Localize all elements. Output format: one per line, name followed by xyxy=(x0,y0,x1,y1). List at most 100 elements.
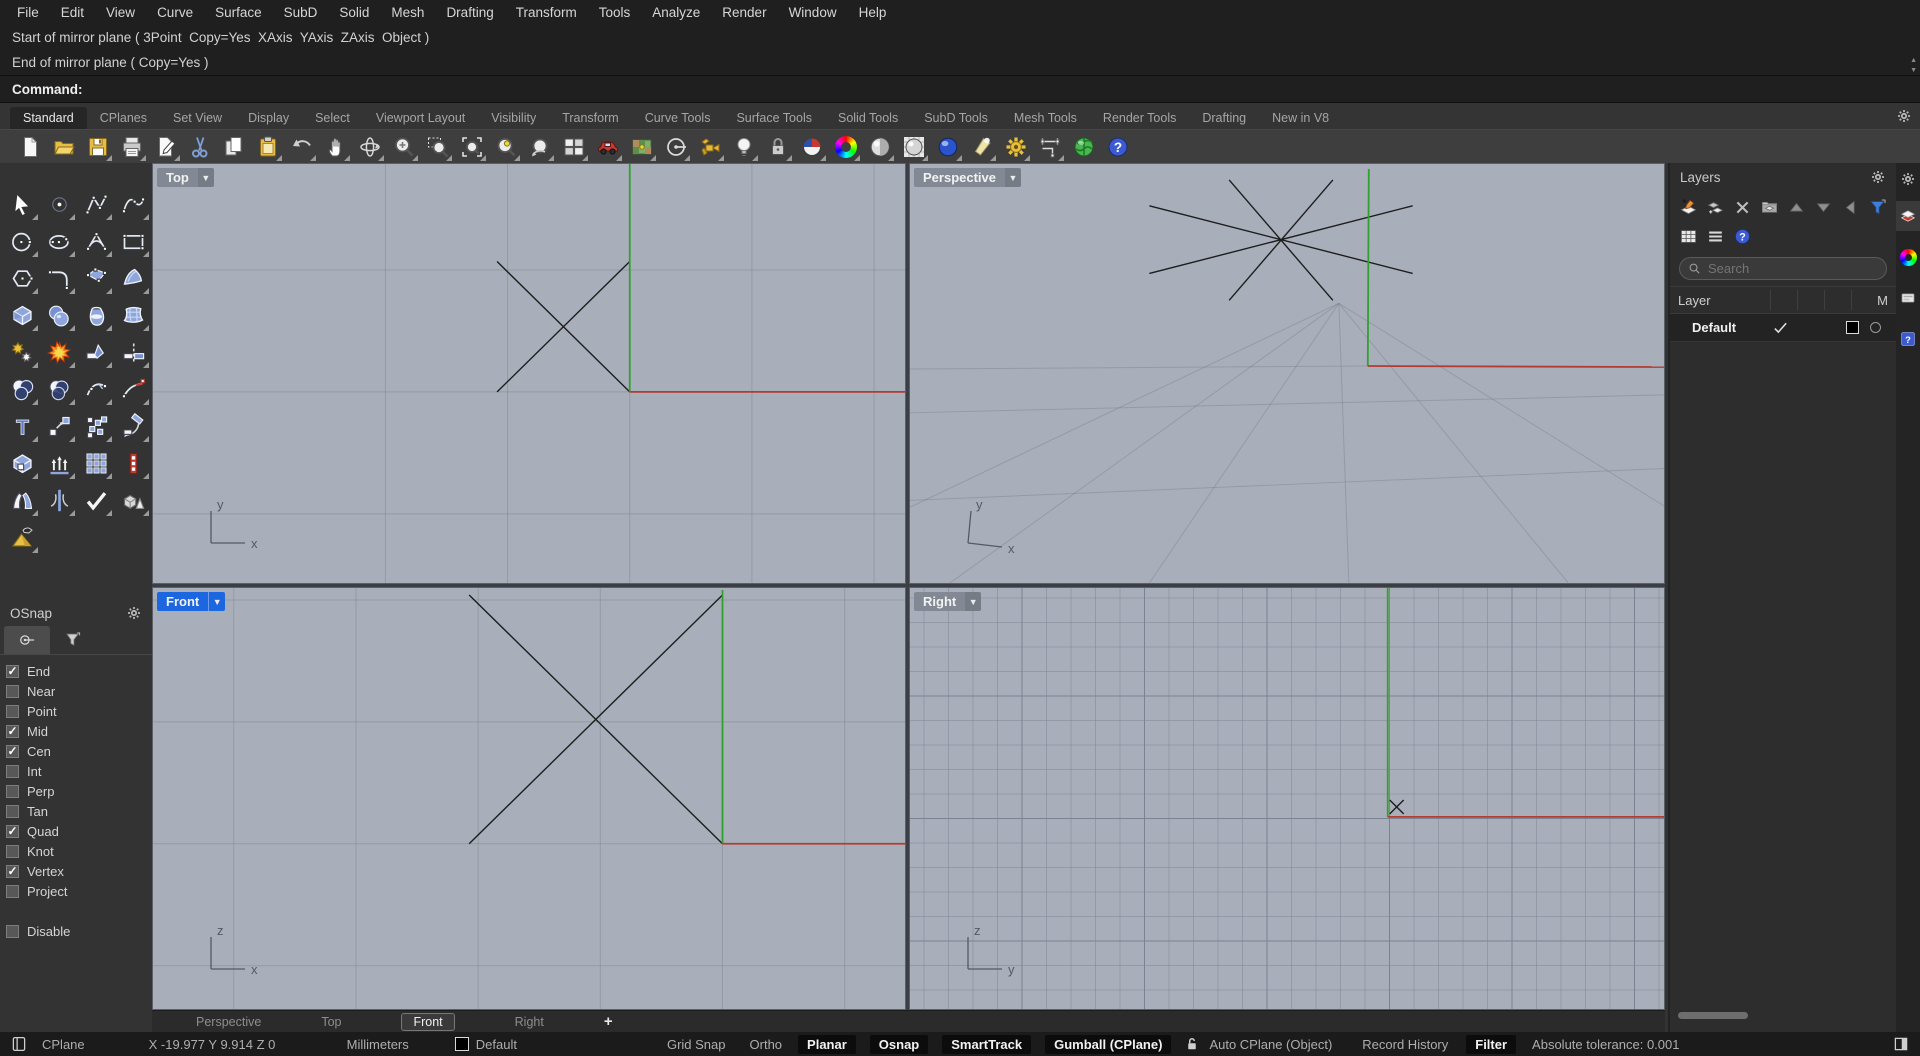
toolbar-paste-button[interactable] xyxy=(254,133,282,161)
viewport-tab-top[interactable]: Top xyxy=(321,1015,341,1029)
layers-delete-x-button[interactable] xyxy=(1732,197,1753,218)
osnap-row-cen[interactable]: Cen xyxy=(6,741,152,761)
sidebar-explosion-button[interactable] xyxy=(44,337,75,368)
status-panel-icon[interactable] xyxy=(10,1035,28,1053)
sidebar-handle-curve-button[interactable] xyxy=(81,374,112,405)
toolbar-gear-yellow-button[interactable] xyxy=(1002,133,1030,161)
sidebar-trim-button[interactable] xyxy=(81,337,112,368)
tab-select[interactable]: Select xyxy=(302,107,363,129)
osnap-row-tan[interactable]: Tan xyxy=(6,801,152,821)
sidebar-split-button[interactable] xyxy=(118,337,149,368)
tabbar-gear-icon[interactable] xyxy=(1896,108,1912,124)
toolbar-copy-button[interactable] xyxy=(220,133,247,160)
viewport-perspective-label[interactable]: Perspective xyxy=(914,168,1005,187)
viewport-front-title[interactable]: Front ▼ xyxy=(157,592,226,611)
sidebar-revolve-button[interactable] xyxy=(81,300,112,331)
toolbar-zoom-back-button[interactable] xyxy=(526,133,554,161)
status-panel-toggle-icon[interactable] xyxy=(1892,1035,1910,1053)
toolbar-camera-widget-button[interactable] xyxy=(696,133,724,161)
add-viewport-tab-button[interactable]: + xyxy=(604,1013,613,1030)
tab-display[interactable]: Display xyxy=(235,107,302,129)
menu-curve[interactable]: Curve xyxy=(146,0,204,25)
toolbar-color-wheel-button[interactable] xyxy=(832,133,860,161)
status-tolerance[interactable]: Absolute tolerance: 0.001 xyxy=(1532,1037,1679,1052)
sidebar-select-arrow-button[interactable] xyxy=(7,189,38,220)
toolbar-layout-grid-button[interactable] xyxy=(560,133,588,161)
panel-tab-props-tab[interactable] xyxy=(1896,283,1920,313)
osnap-checkbox-tan[interactable] xyxy=(6,804,19,818)
tab-new-in-v8[interactable]: New in V8 xyxy=(1259,107,1342,129)
tab-viewport-layout[interactable]: Viewport Layout xyxy=(363,107,478,129)
sidebar-cp-curve-button[interactable] xyxy=(81,189,112,220)
osnap-checkbox-perp[interactable] xyxy=(6,784,19,798)
toolbar-pie-shaded-button[interactable] xyxy=(798,133,826,161)
status-cplane[interactable]: CPlane xyxy=(42,1037,85,1052)
panel-tab-help-tab[interactable]: ? xyxy=(1896,324,1920,354)
status-coords[interactable]: X -19.977 Y 9.914 Z 0 xyxy=(149,1037,297,1052)
toolbar-zoom-selected-button[interactable] xyxy=(492,133,520,161)
menu-help[interactable]: Help xyxy=(848,0,898,25)
viewport-tab-perspective[interactable]: Perspective xyxy=(196,1015,261,1029)
panel-gear-icon[interactable] xyxy=(1900,171,1916,187)
layer-material-icon[interactable] xyxy=(1868,320,1883,335)
sidebar-array-grid-button[interactable] xyxy=(81,448,112,479)
viewport-perspective-title[interactable]: Perspective ▼ xyxy=(914,168,1021,187)
sidebar-check-button[interactable] xyxy=(81,485,112,516)
sidebar-extrude-up-button[interactable] xyxy=(44,448,75,479)
sidebar-int-curve-button[interactable] xyxy=(118,189,149,220)
status-grid-snap[interactable]: Grid Snap xyxy=(667,1037,726,1052)
tab-mesh-tools[interactable]: Mesh Tools xyxy=(1001,107,1090,129)
toolbar-car-button[interactable] xyxy=(594,133,622,161)
viewport-perspective[interactable]: Perspective ▼ yx xyxy=(909,163,1665,584)
command-scrollbar[interactable]: ▲ ▼ xyxy=(1910,57,1917,74)
viewport-right[interactable]: Right ▼ zy xyxy=(909,587,1665,1010)
osnap-checkbox-project[interactable] xyxy=(6,884,19,898)
osnap-checkbox-near[interactable] xyxy=(6,684,19,698)
sidebar-mirror-tool-button[interactable] xyxy=(7,485,38,516)
menu-view[interactable]: View xyxy=(95,0,146,25)
scroll-up-icon[interactable]: ▲ xyxy=(1910,57,1917,64)
sidebar-text-button[interactable]: T xyxy=(7,411,38,442)
layers-layer-group-button[interactable] xyxy=(1759,197,1780,218)
menu-mesh[interactable]: Mesh xyxy=(380,0,435,25)
status-units[interactable]: Millimeters xyxy=(347,1037,409,1052)
layers-tri-down-button[interactable] xyxy=(1813,197,1834,218)
sidebar-rect-tool-button[interactable] xyxy=(118,226,149,257)
osnap-filter-tab[interactable] xyxy=(50,626,96,654)
layers-hscrollbar-thumb[interactable] xyxy=(1678,1012,1748,1019)
layers-sublayer-new-button[interactable] xyxy=(1705,197,1726,218)
viewport-top-label[interactable]: Top xyxy=(157,168,198,187)
tab-solid-tools[interactable]: Solid Tools xyxy=(825,107,911,129)
tab-surface-tools[interactable]: Surface Tools xyxy=(723,107,825,129)
sidebar-box-button[interactable] xyxy=(7,300,38,331)
viewport-top-dropdown-icon[interactable]: ▼ xyxy=(197,168,214,187)
osnap-row-near[interactable]: Near xyxy=(6,681,152,701)
tab-render-tools[interactable]: Render Tools xyxy=(1090,107,1189,129)
toolbar-rotate-view-button[interactable] xyxy=(356,133,384,161)
sidebar-scatter-button[interactable] xyxy=(81,411,112,442)
menu-tools[interactable]: Tools xyxy=(588,0,642,25)
toolbar-earth-button[interactable] xyxy=(1070,133,1097,160)
osnap-row-int[interactable]: Int xyxy=(6,761,152,781)
tab-subd-tools[interactable]: SubD Tools xyxy=(911,107,1001,129)
status-osnap[interactable]: Osnap xyxy=(869,1034,929,1054)
tab-standard[interactable]: Standard xyxy=(10,107,87,129)
osnap-checkbox-vertex[interactable] xyxy=(6,864,19,878)
layers-help-badge-button[interactable]: ? xyxy=(1732,226,1753,247)
viewport-right-label[interactable]: Right xyxy=(914,592,966,611)
sidebar-bool-diff-button[interactable] xyxy=(44,374,75,405)
sidebar-move-button[interactable] xyxy=(44,411,75,442)
sidebar-bend-button[interactable] xyxy=(44,485,75,516)
menu-edit[interactable]: Edit xyxy=(50,0,95,25)
tab-curve-tools[interactable]: Curve Tools xyxy=(632,107,724,129)
osnap-checkbox-end[interactable] xyxy=(6,664,19,678)
status-ortho[interactable]: Ortho xyxy=(750,1037,783,1052)
layer-color-swatch[interactable] xyxy=(1846,321,1859,334)
layers-grid-table-button[interactable] xyxy=(1678,226,1699,247)
status-layer[interactable]: Default xyxy=(454,1036,517,1052)
sidebar-array-linear-button[interactable] xyxy=(118,448,149,479)
toolbar-zoom-button[interactable] xyxy=(390,133,418,161)
toolbar-dimension-button[interactable] xyxy=(1036,133,1064,161)
menu-render[interactable]: Render xyxy=(711,0,777,25)
osnap-checkbox-int[interactable] xyxy=(6,764,19,778)
